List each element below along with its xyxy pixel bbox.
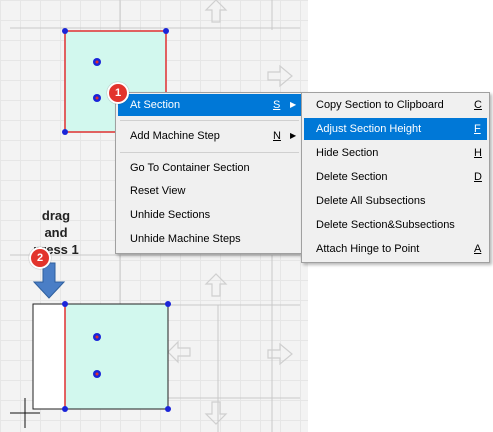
instruction-line-1: drag — [41, 208, 71, 223]
menu-item-shortcut: D — [474, 171, 482, 183]
dragged-section-bottom — [32, 301, 171, 412]
menu-item-label: At Section — [130, 99, 181, 111]
drag-instruction: drag and press 1 — [11, 207, 101, 258]
menu-item-shortcut: H — [474, 147, 482, 159]
menu-item-label: Adjust Section Height — [316, 123, 422, 135]
submenu-arrow-icon: ▶ — [290, 100, 297, 109]
submenu-arrow-icon: ▶ — [290, 131, 297, 140]
step-badge-1: 1 — [107, 82, 129, 104]
menu-separator — [120, 152, 299, 153]
submenu-item-hide-section[interactable]: Hide Section H — [304, 142, 487, 164]
menu-separator — [120, 120, 299, 121]
menu-item-label: Go To Container Section — [130, 162, 250, 174]
menu-item-go-to-container[interactable]: Go To Container Section — [118, 157, 301, 179]
menu-item-label: Delete Section — [316, 171, 388, 183]
submenu-item-delete-all-subsections[interactable]: Delete All Subsections — [304, 190, 487, 212]
instruction-line-2: and — [44, 225, 68, 240]
context-menu: At Section S ▶ Add Machine Step N ▶ Go T… — [115, 92, 304, 254]
menu-item-label: Delete All Subsections — [316, 195, 426, 207]
menu-item-shortcut: F — [474, 123, 481, 135]
menu-item-label: Delete Section&Subsections — [316, 219, 455, 231]
menu-item-at-section[interactable]: At Section S ▶ — [118, 94, 301, 116]
menu-item-unhide-sections[interactable]: Unhide Sections — [118, 204, 301, 226]
instruction-line-3: press 1 — [33, 242, 79, 257]
menu-item-reset-view[interactable]: Reset View — [118, 180, 301, 202]
menu-item-label: Hide Section — [316, 147, 379, 159]
menu-item-shortcut: A — [474, 243, 482, 255]
submenu-item-delete-section[interactable]: Delete Section D — [304, 166, 487, 188]
menu-item-shortcut: N — [273, 130, 281, 142]
menu-item-label: Copy Section to Clipboard — [316, 99, 444, 111]
submenu-item-attach-hinge[interactable]: Attach Hinge to Point A — [304, 238, 487, 260]
menu-item-add-machine-step[interactable]: Add Machine Step N ▶ — [118, 125, 301, 147]
submenu-item-delete-section-subsections[interactable]: Delete Section&Subsections — [304, 214, 487, 236]
step-badge-2: 2 — [29, 247, 51, 269]
menu-item-label: Unhide Machine Steps — [130, 233, 241, 245]
menu-item-shortcut: S — [273, 99, 281, 111]
menu-item-label: Unhide Sections — [130, 209, 211, 221]
submenu-item-adjust-height[interactable]: Adjust Section Height F — [304, 118, 487, 140]
menu-item-label: Reset View — [130, 185, 186, 197]
menu-item-label: Attach Hinge to Point — [316, 243, 420, 255]
menu-item-label: Add Machine Step — [130, 130, 220, 142]
menu-item-shortcut: C — [474, 99, 482, 111]
section-submenu: Copy Section to Clipboard C Adjust Secti… — [301, 92, 490, 263]
menu-item-unhide-machine-steps[interactable]: Unhide Machine Steps — [118, 228, 301, 250]
submenu-item-copy-section[interactable]: Copy Section to Clipboard C — [304, 94, 487, 116]
